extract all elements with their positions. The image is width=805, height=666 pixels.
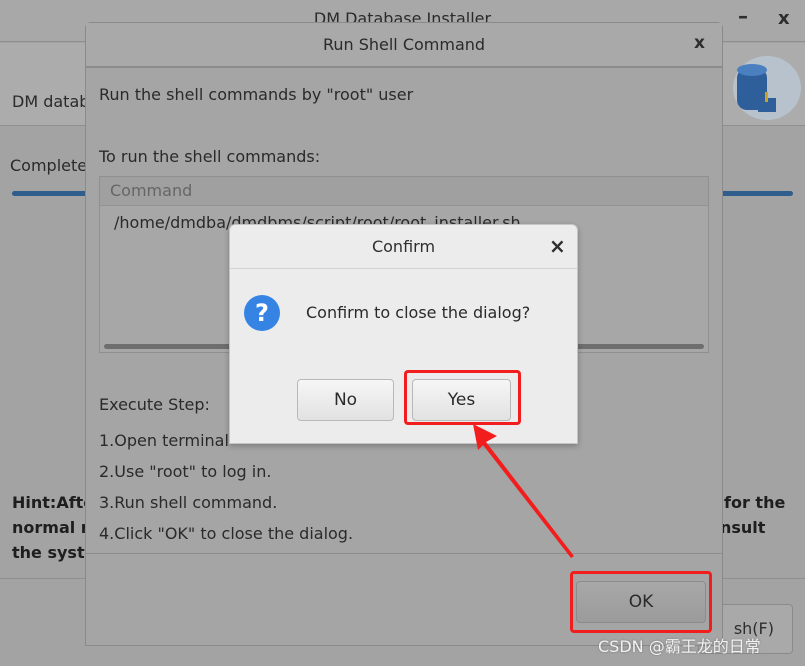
watermark: CSDN @霸王龙的日常 [598,637,761,656]
arrow-icon [473,424,574,558]
